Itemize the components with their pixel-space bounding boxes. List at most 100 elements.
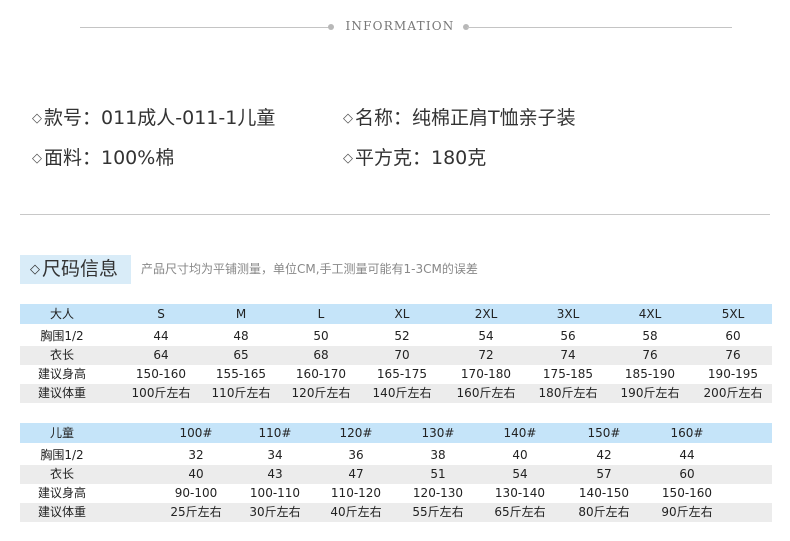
table-cell: 90-100 [174, 486, 218, 500]
table-cell: 48 [233, 329, 249, 343]
table-cell: 100-110 [249, 486, 301, 500]
table-header-cell: M [235, 307, 247, 321]
diamond-icon: ◇ [343, 111, 353, 126]
divider-left [80, 27, 330, 28]
table-cell: 200斤左右 [703, 386, 763, 400]
diamond-icon: ◇ [32, 151, 42, 166]
diamond-icon: ◇ [30, 262, 40, 277]
table-header-cell: 大人 [49, 307, 74, 321]
table-cell: 90斤左右 [661, 505, 713, 519]
row-label: 建议身高 [37, 367, 86, 381]
table-cell: 38 [430, 448, 446, 462]
table-header-cell: S [157, 307, 165, 321]
table-cell: 190斤左右 [620, 386, 680, 400]
size-info-title: 尺码信息 [42, 258, 119, 280]
table-header-cell: 130# [421, 426, 455, 440]
child-size-table: 儿童 100# 110# 120# 130# 140# 150# 160# 胸围1/2 32 34 3… [20, 423, 772, 522]
table-cell: 160-170 [295, 367, 347, 381]
table-cell: 68 [313, 348, 329, 362]
table-cell: 76 [642, 348, 658, 362]
table-header-cell: 160# [670, 426, 704, 440]
table-cell: 140斤左右 [372, 386, 432, 400]
table-cell: 55斤左右 [412, 505, 464, 519]
table-row: 建议体重 25斤左右 30斤左右 40斤左右 55斤左右 65斤左右 80斤左右 90斤左右 [20, 503, 772, 522]
table-cell: 54 [512, 467, 528, 481]
section-header: INFORMATION [0, 18, 790, 38]
divider-right [467, 27, 732, 28]
table-header-cell: 100# [179, 426, 213, 440]
table-cell: 40 [512, 448, 528, 462]
table-cell: 140-150 [578, 486, 630, 500]
table-header-row: 大人 S M L XL 2XL 3XL 4XL 5XL [20, 304, 772, 324]
table-row: 衣长 40 43 47 51 54 57 60 [20, 465, 772, 484]
table-header-cell: L [317, 307, 325, 321]
table-row: 胸围1/2 44 48 50 52 54 56 58 60 [20, 327, 772, 346]
section-divider [20, 214, 770, 215]
table-cell: 72 [478, 348, 494, 362]
table-cell: 120-130 [412, 486, 464, 500]
table-cell: 180斤左右 [538, 386, 598, 400]
table-cell: 76 [725, 348, 741, 362]
table-cell: 120斤左右 [291, 386, 351, 400]
table-cell: 40 [188, 467, 204, 481]
table-cell: 40斤左右 [330, 505, 382, 519]
table-row: 胸围1/2 32 34 36 38 40 42 44 [20, 446, 772, 465]
table-cell: 25斤左右 [170, 505, 222, 519]
table-cell: 50 [313, 329, 329, 343]
table-cell: 150-160 [661, 486, 713, 500]
row-label: 建议身高 [37, 486, 86, 500]
table-header-cell: 120# [339, 426, 373, 440]
size-info-tag: ◇ 尺码信息 [20, 255, 131, 284]
table-cell: 34 [267, 448, 283, 462]
table-cell: 130-140 [494, 486, 546, 500]
table-cell: 44 [679, 448, 695, 462]
table-cell: 175-185 [542, 367, 594, 381]
table-cell: 57 [596, 467, 612, 481]
header-title: INFORMATION [345, 19, 455, 33]
table-header-cell: 2XL [474, 307, 498, 321]
table-row: 衣长 64 65 68 70 72 74 76 76 [20, 346, 772, 365]
table-cell: 56 [560, 329, 576, 343]
table-cell: 165-175 [376, 367, 428, 381]
table-cell: 42 [596, 448, 612, 462]
table-header-row: 儿童 100# 110# 120# 130# 140# 150# 160# [20, 423, 772, 443]
table-cell: 44 [153, 329, 169, 343]
table-cell: 74 [560, 348, 576, 362]
row-label: 衣长 [49, 467, 74, 481]
table-cell: 58 [642, 329, 658, 343]
info-name: ◇ 名称：纯棉正肩T恤亲子装 [343, 107, 576, 129]
table-cell: 70 [394, 348, 410, 362]
table-row: 建议身高 150-160 155-165 160-170 165-175 170-180 1… [20, 365, 772, 384]
table-cell: 60 [725, 329, 741, 343]
table-cell: 47 [348, 467, 364, 481]
table-header-cell: 4XL [638, 307, 662, 321]
table-cell: 150-160 [135, 367, 187, 381]
diamond-icon: ◇ [32, 111, 42, 126]
table-cell: 60 [679, 467, 695, 481]
row-label: 衣长 [49, 348, 74, 362]
row-label: 胸围1/2 [40, 329, 84, 343]
table-cell: 54 [478, 329, 494, 343]
row-label: 胸围1/2 [40, 448, 84, 462]
table-cell: 160斤左右 [456, 386, 516, 400]
info-fabric: ◇ 面料：100%棉 [32, 147, 175, 169]
table-header-cell: 3XL [556, 307, 580, 321]
table-header-cell: 儿童 [49, 426, 74, 440]
info-weight: ◇ 平方克：180克 [343, 147, 487, 169]
table-cell: 185-190 [624, 367, 676, 381]
table-cell: 110-120 [330, 486, 382, 500]
table-cell: 155-165 [215, 367, 267, 381]
table-cell: 170-180 [460, 367, 512, 381]
row-label: 建议体重 [37, 386, 86, 400]
table-cell: 36 [348, 448, 364, 462]
table-cell: 43 [267, 467, 283, 481]
table-cell: 80斤左右 [578, 505, 630, 519]
table-header-cell: 5XL [721, 307, 745, 321]
table-header-cell: XL [394, 307, 410, 321]
table-cell: 51 [430, 467, 446, 481]
diamond-icon: ◇ [343, 151, 353, 166]
table-cell: 110斤左右 [211, 386, 271, 400]
dot-left [328, 24, 334, 30]
table-row: 建议身高 90-100 100-110 110-120 120-130 130-140 14… [20, 484, 772, 503]
table-header-cell: 140# [503, 426, 537, 440]
